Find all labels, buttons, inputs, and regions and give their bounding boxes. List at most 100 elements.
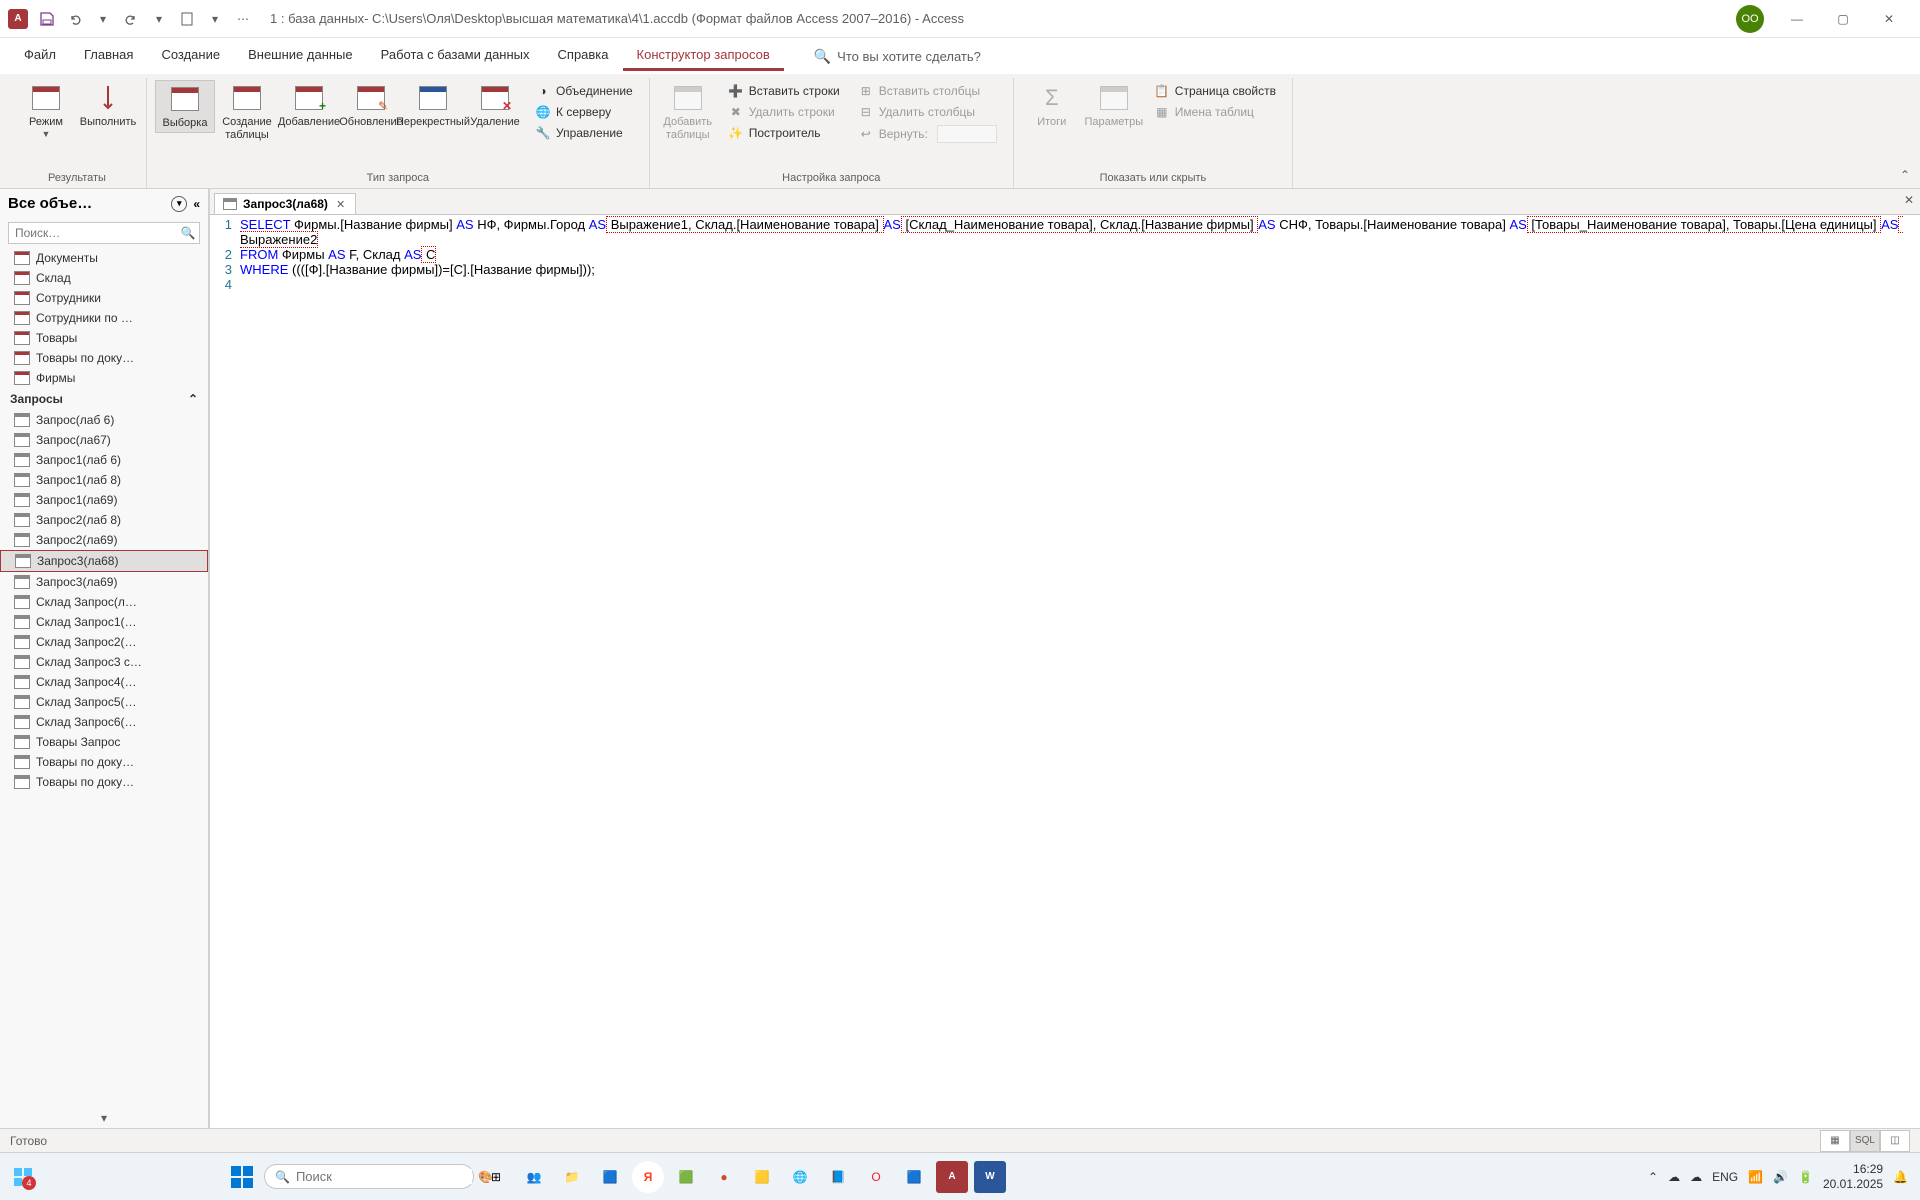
crosstab-button[interactable]: Перекрестный — [403, 80, 463, 131]
navpane-header[interactable]: Все объе… ▾ « — [0, 189, 208, 218]
query-item[interactable]: Товары Запрос — [0, 732, 208, 752]
sql-view-button[interactable]: SQL — [1850, 1130, 1880, 1152]
tell-me-search[interactable]: 🔍 Что вы хотите сделать? — [814, 48, 981, 65]
access-icon[interactable]: A — [936, 1161, 968, 1193]
query-item[interactable]: Запрос1(лаб 6) — [0, 450, 208, 470]
tray-chevron-icon[interactable]: ⌃ — [1648, 1170, 1658, 1184]
query-item[interactable]: Склад Запрос1(… — [0, 612, 208, 632]
query-item[interactable]: Товары по доку… — [0, 752, 208, 772]
query-item[interactable]: Запрос2(лаб 8) — [0, 510, 208, 530]
append-button[interactable]: +Добавление — [279, 80, 339, 131]
query-item[interactable]: Запрос2(ла69) — [0, 530, 208, 550]
table-item[interactable]: Документы — [0, 248, 208, 268]
close-button[interactable]: ✕ — [1866, 0, 1912, 38]
minimize-button[interactable]: — — [1774, 0, 1820, 38]
datasheet-view-button[interactable]: ▦ — [1820, 1130, 1850, 1152]
tray-volume-icon[interactable]: 🔊 — [1773, 1170, 1788, 1184]
insertrows-button[interactable]: ➕Вставить строки — [724, 82, 844, 100]
union-button[interactable]: ◑Объединение — [531, 82, 637, 100]
redo-dropdown-icon[interactable]: ▾ — [146, 6, 172, 32]
query-item[interactable]: Запрос(ла67) — [0, 430, 208, 450]
select-query-button[interactable]: Выборка — [155, 80, 215, 133]
sql-line-3[interactable]: WHERE ((([Ф].[Название фирмы])=[С].[Назв… — [240, 262, 1920, 277]
query-item[interactable]: Запрос3(ла69) — [0, 572, 208, 592]
query-item[interactable]: Склад Запрос6(… — [0, 712, 208, 732]
query-item[interactable]: Запрос3(ла68) — [0, 550, 208, 572]
passthrough-button[interactable]: 🌐К серверу — [531, 103, 637, 121]
navpane-search-input[interactable] — [9, 223, 177, 243]
opera-icon[interactable]: O — [860, 1161, 892, 1193]
tray-cloud-icon[interactable]: ☁ — [1668, 1170, 1680, 1184]
tray-language[interactable]: ENG — [1712, 1170, 1738, 1184]
navpane-items[interactable]: ДокументыСкладСотрудникиСотрудники по …Т… — [0, 248, 208, 1108]
explorer-icon[interactable]: 📁 — [556, 1161, 588, 1193]
table-item[interactable]: Товары по доку… — [0, 348, 208, 368]
tray-wifi-icon[interactable]: 📶 — [1748, 1170, 1763, 1184]
table-item[interactable]: Товары — [0, 328, 208, 348]
navpane-search[interactable]: 🔍 — [8, 222, 200, 244]
navpane-collapse-icon[interactable]: « — [193, 197, 200, 211]
nav-scroll-down-icon[interactable]: ▾ — [0, 1108, 208, 1128]
tab-file[interactable]: Файл — [10, 41, 70, 71]
table-item[interactable]: Сотрудники по … — [0, 308, 208, 328]
close-tab-icon[interactable]: ✕ — [334, 198, 347, 211]
tab-home[interactable]: Главная — [70, 41, 147, 71]
navpane-filter-icon[interactable]: ▾ — [171, 196, 187, 212]
propsheet-button[interactable]: 📋Страница свойств — [1150, 82, 1280, 100]
query-item[interactable]: Товары по доку… — [0, 772, 208, 792]
app-icon[interactable]: 🟨 — [746, 1161, 778, 1193]
query-item[interactable]: Склад Запрос4(… — [0, 672, 208, 692]
taskbar-search[interactable]: 🔍 🎨 — [264, 1164, 474, 1189]
close-all-tabs-icon[interactable]: ✕ — [1904, 193, 1914, 207]
table-item[interactable]: Сотрудники — [0, 288, 208, 308]
tray-notifications-icon[interactable]: 🔔 — [1893, 1170, 1908, 1184]
query-item[interactable]: Склад Запрос2(… — [0, 632, 208, 652]
tray-clock[interactable]: 16:29 20.01.2025 — [1823, 1162, 1883, 1191]
yandex-icon[interactable]: Я — [632, 1161, 664, 1193]
category-queries[interactable]: Запросы⌃ — [0, 388, 208, 410]
qat-customize-icon[interactable]: ▾ — [202, 6, 228, 32]
app-icon[interactable]: 🟦 — [898, 1161, 930, 1193]
sql-line-1[interactable]: SELECT Фирмы.[Название фирмы] AS НФ, Фир… — [240, 217, 1920, 247]
table-item[interactable]: Фирмы — [0, 368, 208, 388]
teams-icon[interactable]: 👥 — [518, 1161, 550, 1193]
tab-database[interactable]: Работа с базами данных — [367, 41, 544, 71]
undo-dropdown-icon[interactable]: ▾ — [90, 6, 116, 32]
search-icon[interactable]: 🔍 — [177, 223, 199, 243]
datadef-button[interactable]: 🔧Управление — [531, 124, 637, 142]
sql-line-2[interactable]: FROM Фирмы AS F, Склад AS C — [240, 247, 1920, 262]
update-button[interactable]: ✎Обновление — [341, 80, 401, 131]
widgets-icon[interactable] — [12, 1166, 34, 1188]
query-item[interactable]: Склад Запрос5(… — [0, 692, 208, 712]
app-icon[interactable]: 🟩 — [670, 1161, 702, 1193]
maximize-button[interactable]: ▢ — [1820, 0, 1866, 38]
run-button[interactable]: Выполнить — [78, 80, 138, 131]
tab-help[interactable]: Справка — [544, 41, 623, 71]
tab-create[interactable]: Создание — [147, 41, 234, 71]
app-icon[interactable]: 🟦 — [594, 1161, 626, 1193]
word-icon[interactable]: W — [974, 1161, 1006, 1193]
collapse-ribbon-icon[interactable]: ⌃ — [1900, 168, 1910, 182]
query-item[interactable]: Склад Запрос(л… — [0, 592, 208, 612]
tab-external[interactable]: Внешние данные — [234, 41, 367, 71]
query-item[interactable]: Запрос(лаб 6) — [0, 410, 208, 430]
table-item[interactable]: Склад — [0, 268, 208, 288]
doc-tab-active[interactable]: Запрос3(ла68) ✕ — [214, 193, 356, 214]
taskview-icon[interactable]: ⊞ — [480, 1161, 512, 1193]
taskbar-search-input[interactable] — [296, 1169, 472, 1184]
app-icon[interactable]: ● — [708, 1161, 740, 1193]
builder-button[interactable]: ✨Построитель — [724, 124, 844, 142]
edge-icon[interactable]: 🌐 — [784, 1161, 816, 1193]
tab-query-design[interactable]: Конструктор запросов — [623, 41, 784, 71]
undo-icon[interactable] — [62, 6, 88, 32]
maketable-button[interactable]: Создание таблицы — [217, 80, 277, 144]
query-item[interactable]: Запрос1(лаб 8) — [0, 470, 208, 490]
app-icon[interactable]: 📘 — [822, 1161, 854, 1193]
design-view-button[interactable]: ◫ — [1880, 1130, 1910, 1152]
doc-icon[interactable] — [174, 6, 200, 32]
redo-icon[interactable] — [118, 6, 144, 32]
delete-button[interactable]: ✕Удаление — [465, 80, 525, 131]
sql-line-4[interactable] — [240, 277, 1920, 292]
query-item[interactable]: Склад Запрос3 с… — [0, 652, 208, 672]
query-item[interactable]: Запрос1(ла69) — [0, 490, 208, 510]
